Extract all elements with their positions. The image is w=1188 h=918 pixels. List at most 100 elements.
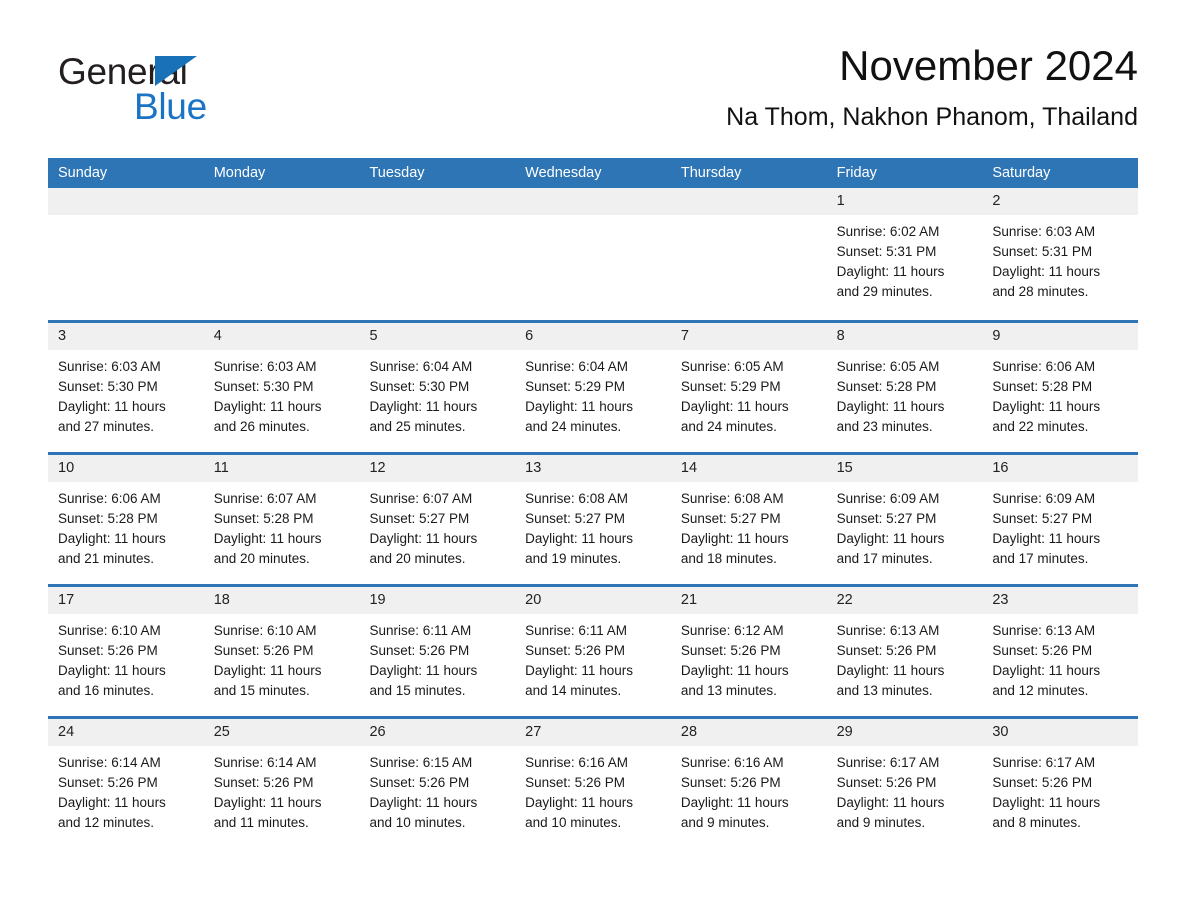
day-detail-line: Sunset: 5:26 PM — [213, 775, 314, 790]
day-details: Sunrise: 6:04 AM Sunset: 5:29 PM Daylight:… — [515, 350, 671, 437]
day-detail-line: Sunrise: 6:10 AM — [213, 623, 317, 638]
day-detail-line: and 20 minutes. — [369, 551, 466, 566]
weekday-header-wednesday: Wednesday — [525, 165, 602, 181]
calendar-day-cell[interactable]: 9 Sunrise: 6:06 AM Sunset: 5:28 PM Daylight… — [982, 323, 1139, 452]
calendar-day-cell[interactable]: 10 Sunrise: 6:06 AM Sunset: 5:28 PM Dayligh… — [48, 455, 204, 584]
day-detail-line: Sunrise: 6:03 AM — [992, 224, 1096, 239]
day-detail-line: Sunrise: 6:02 AM — [836, 224, 940, 239]
calendar-day-cell-empty — [515, 188, 671, 320]
day-number: 3 — [48, 323, 204, 350]
day-detail-line: Daylight: 11 hours — [369, 663, 478, 678]
calendar-day-cell-empty — [48, 188, 204, 320]
day-detail-line: Daylight: 11 hours — [836, 663, 945, 678]
day-detail-line: Daylight: 11 hours — [680, 531, 789, 546]
logo-general-blue[interactable]: General Blue — [58, 52, 308, 132]
day-details: Sunrise: 6:09 AM Sunset: 5:27 PM Daylight:… — [827, 482, 983, 569]
calendar-day-cell[interactable]: 4 Sunrise: 6:03 AM Sunset: 5:30 PM Daylight… — [203, 323, 360, 452]
day-detail-line: Sunrise: 6:11 AM — [369, 623, 472, 638]
day-detail-line: Sunrise: 6:13 AM — [992, 623, 1096, 638]
day-detail-line: Sunrise: 6:03 AM — [213, 359, 317, 374]
calendar-day-cell[interactable]: 27 Sunrise: 6:16 AM Sunset: 5:26 PM Dayligh… — [515, 719, 671, 848]
day-details — [359, 215, 515, 222]
calendar-day-cell[interactable]: 15 Sunrise: 6:09 AM Sunset: 5:27 PM Dayligh… — [826, 455, 983, 584]
day-detail-line: Daylight: 11 hours — [213, 399, 322, 414]
day-number: 18 — [203, 587, 360, 614]
calendar-day-cell[interactable]: 13 Sunrise: 6:08 AM Sunset: 5:27 PM Dayligh… — [515, 455, 671, 584]
calendar-day-cell[interactable]: 16 Sunrise: 6:09 AM Sunset: 5:27 PM Dayligh… — [982, 455, 1139, 584]
day-detail-line: Daylight: 11 hours — [213, 795, 322, 810]
day-details: Sunrise: 6:16 AM Sunset: 5:26 PM Daylight:… — [515, 746, 671, 833]
day-detail-line: and 10 minutes. — [369, 815, 466, 830]
calendar-day-cell[interactable]: 12 Sunrise: 6:07 AM Sunset: 5:27 PM Dayligh… — [359, 455, 516, 584]
day-detail-line: Daylight: 11 hours — [525, 531, 633, 546]
day-detail-line: Sunrise: 6:17 AM — [992, 755, 1096, 770]
calendar-day-cell[interactable]: 22 Sunrise: 6:13 AM Sunset: 5:26 PM Dayligh… — [826, 587, 983, 716]
calendar-day-cell[interactable]: 17 Sunrise: 6:10 AM Sunset: 5:26 PM Dayligh… — [48, 587, 204, 716]
calendar-day-cell[interactable]: 26 Sunrise: 6:15 AM Sunset: 5:26 PM Dayligh… — [359, 719, 516, 848]
calendar-day-cell[interactable]: 2 Sunrise: 6:03 AM Sunset: 5:31 PM Daylight… — [982, 188, 1139, 320]
calendar-day-cell[interactable]: 25 Sunrise: 6:14 AM Sunset: 5:26 PM Dayligh… — [203, 719, 360, 848]
calendar-day-cell[interactable]: 3 Sunrise: 6:03 AM Sunset: 5:30 PM Daylight… — [48, 323, 204, 452]
day-detail-line: and 22 minutes. — [992, 419, 1089, 434]
calendar-day-cell[interactable]: 18 Sunrise: 6:10 AM Sunset: 5:26 PM Dayligh… — [203, 587, 360, 716]
logo-text-blue: Blue — [134, 86, 207, 127]
day-detail-line: Daylight: 11 hours — [369, 531, 478, 546]
day-detail-line: and 10 minutes. — [525, 815, 622, 830]
title-block: November 2024 Na Thom, Nakhon Phanom, Th… — [726, 40, 1138, 132]
calendar-day-cell[interactable]: 30 Sunrise: 6:17 AM Sunset: 5:26 PM Dayligh… — [982, 719, 1139, 848]
day-detail-line: Sunset: 5:26 PM — [680, 643, 781, 658]
calendar-day-cell[interactable]: 21 Sunrise: 6:12 AM Sunset: 5:26 PM Dayligh… — [670, 587, 827, 716]
day-detail-line: Daylight: 11 hours — [836, 264, 945, 279]
calendar-day-cell[interactable]: 14 Sunrise: 6:08 AM Sunset: 5:27 PM Dayligh… — [670, 455, 827, 584]
day-detail-line: Sunset: 5:31 PM — [836, 244, 937, 259]
location-subtitle: Na Thom, Nakhon Phanom, Thailand — [726, 103, 1138, 131]
day-detail-line: Sunrise: 6:06 AM — [992, 359, 1096, 374]
day-detail-line: and 15 minutes. — [213, 683, 310, 698]
day-detail-line: and 9 minutes. — [836, 815, 926, 830]
calendar-day-cell[interactable]: 19 Sunrise: 6:11 AM Sunset: 5:26 PM Dayligh… — [359, 587, 516, 716]
weekday-header-row: Sunday Monday Tuesday Wednesday Thursday Frid… — [48, 158, 1138, 188]
calendar-day-cell[interactable]: 7 Sunrise: 6:05 AM Sunset: 5:29 PM Daylight… — [670, 323, 827, 452]
day-detail-line: and 12 minutes. — [58, 815, 155, 830]
weekday-header-saturday: Saturday — [992, 165, 1051, 181]
day-detail-line: Sunrise: 6:11 AM — [525, 623, 627, 638]
day-detail-line: and 18 minutes. — [680, 551, 777, 566]
day-detail-line: and 19 minutes. — [525, 551, 622, 566]
calendar-day-cell[interactable]: 11 Sunrise: 6:07 AM Sunset: 5:28 PM Dayligh… — [203, 455, 360, 584]
day-details: Sunrise: 6:08 AM Sunset: 5:27 PM Daylight:… — [671, 482, 827, 569]
day-detail-line: and 11 minutes. — [213, 815, 309, 830]
day-detail-line: Sunset: 5:30 PM — [58, 379, 158, 394]
day-number: 29 — [826, 719, 983, 746]
calendar-week-row: 17 Sunrise: 6:10 AM Sunset: 5:26 PM Dayligh… — [48, 584, 1139, 716]
day-detail-line: Daylight: 11 hours — [369, 795, 478, 810]
day-detail-line: Daylight: 11 hours — [525, 795, 633, 810]
calendar-day-cell[interactable]: 1 Sunrise: 6:02 AM Sunset: 5:31 PM Daylight… — [826, 188, 983, 320]
day-detail-line: and 29 minutes. — [836, 284, 933, 299]
calendar-day-cell-empty — [359, 188, 516, 320]
day-details: Sunrise: 6:14 AM Sunset: 5:26 PM Daylight:… — [204, 746, 360, 833]
day-number: 25 — [203, 719, 360, 746]
day-number — [515, 188, 671, 215]
calendar-day-cell[interactable]: 29 Sunrise: 6:17 AM Sunset: 5:26 PM Dayligh… — [826, 719, 983, 848]
calendar-day-cell[interactable]: 6 Sunrise: 6:04 AM Sunset: 5:29 PM Daylight… — [515, 323, 671, 452]
calendar-day-cell[interactable]: 20 Sunrise: 6:11 AM Sunset: 5:26 PM Dayligh… — [515, 587, 671, 716]
weekday-header-friday: Friday — [836, 165, 877, 181]
calendar-day-cell[interactable]: 28 Sunrise: 6:16 AM Sunset: 5:26 PM Dayligh… — [670, 719, 827, 848]
day-detail-line: Sunset: 5:30 PM — [213, 379, 314, 394]
day-number: 4 — [203, 323, 360, 350]
day-details: Sunrise: 6:03 AM Sunset: 5:30 PM Daylight:… — [48, 350, 204, 437]
day-details: Sunrise: 6:09 AM Sunset: 5:27 PM Daylight:… — [982, 482, 1138, 569]
calendar-day-cell[interactable]: 24 Sunrise: 6:14 AM Sunset: 5:26 PM Dayligh… — [48, 719, 204, 848]
day-details: Sunrise: 6:03 AM Sunset: 5:30 PM Daylight:… — [204, 350, 360, 437]
day-number: 30 — [982, 719, 1139, 746]
day-detail-line: Sunset: 5:29 PM — [680, 379, 781, 394]
day-number: 28 — [670, 719, 827, 746]
day-detail-line: Sunrise: 6:14 AM — [58, 755, 161, 770]
day-detail-line: Sunrise: 6:04 AM — [369, 359, 473, 374]
day-number: 24 — [48, 719, 204, 746]
calendar-day-cell[interactable]: 5 Sunrise: 6:04 AM Sunset: 5:30 PM Daylight… — [359, 323, 516, 452]
calendar-day-cell[interactable]: 8 Sunrise: 6:05 AM Sunset: 5:28 PM Daylight… — [826, 323, 983, 452]
day-number: 12 — [359, 455, 516, 482]
calendar-day-cell[interactable]: 23 Sunrise: 6:13 AM Sunset: 5:26 PM Dayligh… — [982, 587, 1139, 716]
day-detail-line: Daylight: 11 hours — [836, 531, 945, 546]
